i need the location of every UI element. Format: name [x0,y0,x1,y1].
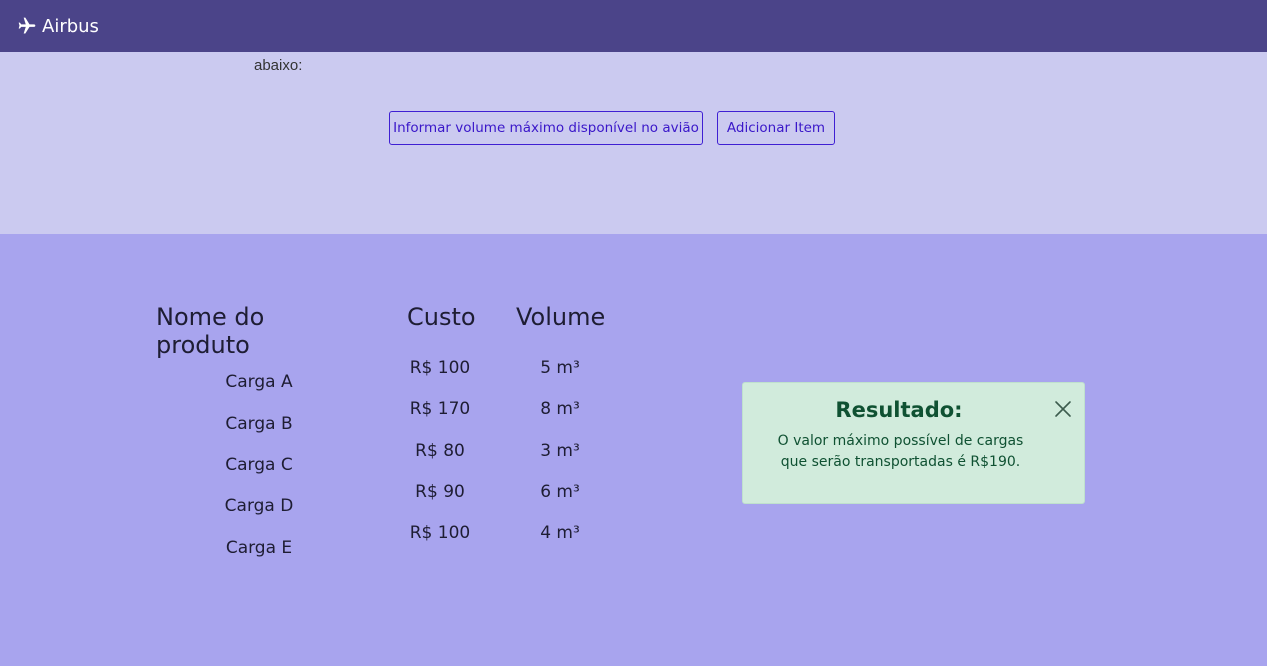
cost-cell: R$ 90 [415,482,465,502]
volume-cell: 6 m³ [540,482,580,502]
result-alert: Resultado: O valor máximo possível de ca… [742,382,1085,504]
volume-cell: 3 m³ [540,441,580,461]
header-cost: Custo [407,303,476,331]
volume-cell: 4 m³ [540,523,580,543]
airplane-icon [18,17,36,34]
intro-text: abaixo: [254,57,303,74]
close-icon[interactable] [1054,400,1072,418]
brand-name: Airbus [42,15,99,37]
volume-cell: 5 m³ [540,358,580,378]
navbar-brand[interactable]: Airbus [17,16,99,37]
result-title: Resultado: [835,398,963,422]
navbar: Airbus [0,0,1267,52]
volume-cell: 8 m³ [540,399,580,419]
header-product-name: Nome do produto [156,303,265,359]
cost-cell: R$ 170 [409,399,471,419]
cost-cell: R$ 100 [409,523,471,543]
product-name-cell: Carga D [224,496,294,516]
result-message: O valor máximo possível de cargas que se… [777,433,1024,470]
header-volume: Volume [516,303,606,331]
cost-cell: R$ 80 [415,441,465,461]
product-name-cell: Carga A [225,372,293,392]
product-name-cell: Carga C [225,455,293,475]
set-max-volume-button[interactable]: Informar volume máximo disponível no avi… [389,111,703,145]
add-item-button[interactable]: Adicionar Item [717,111,835,145]
product-name-cell: Carga E [225,538,293,558]
cost-cell: R$ 100 [409,358,471,378]
product-name-cell: Carga B [225,414,293,434]
